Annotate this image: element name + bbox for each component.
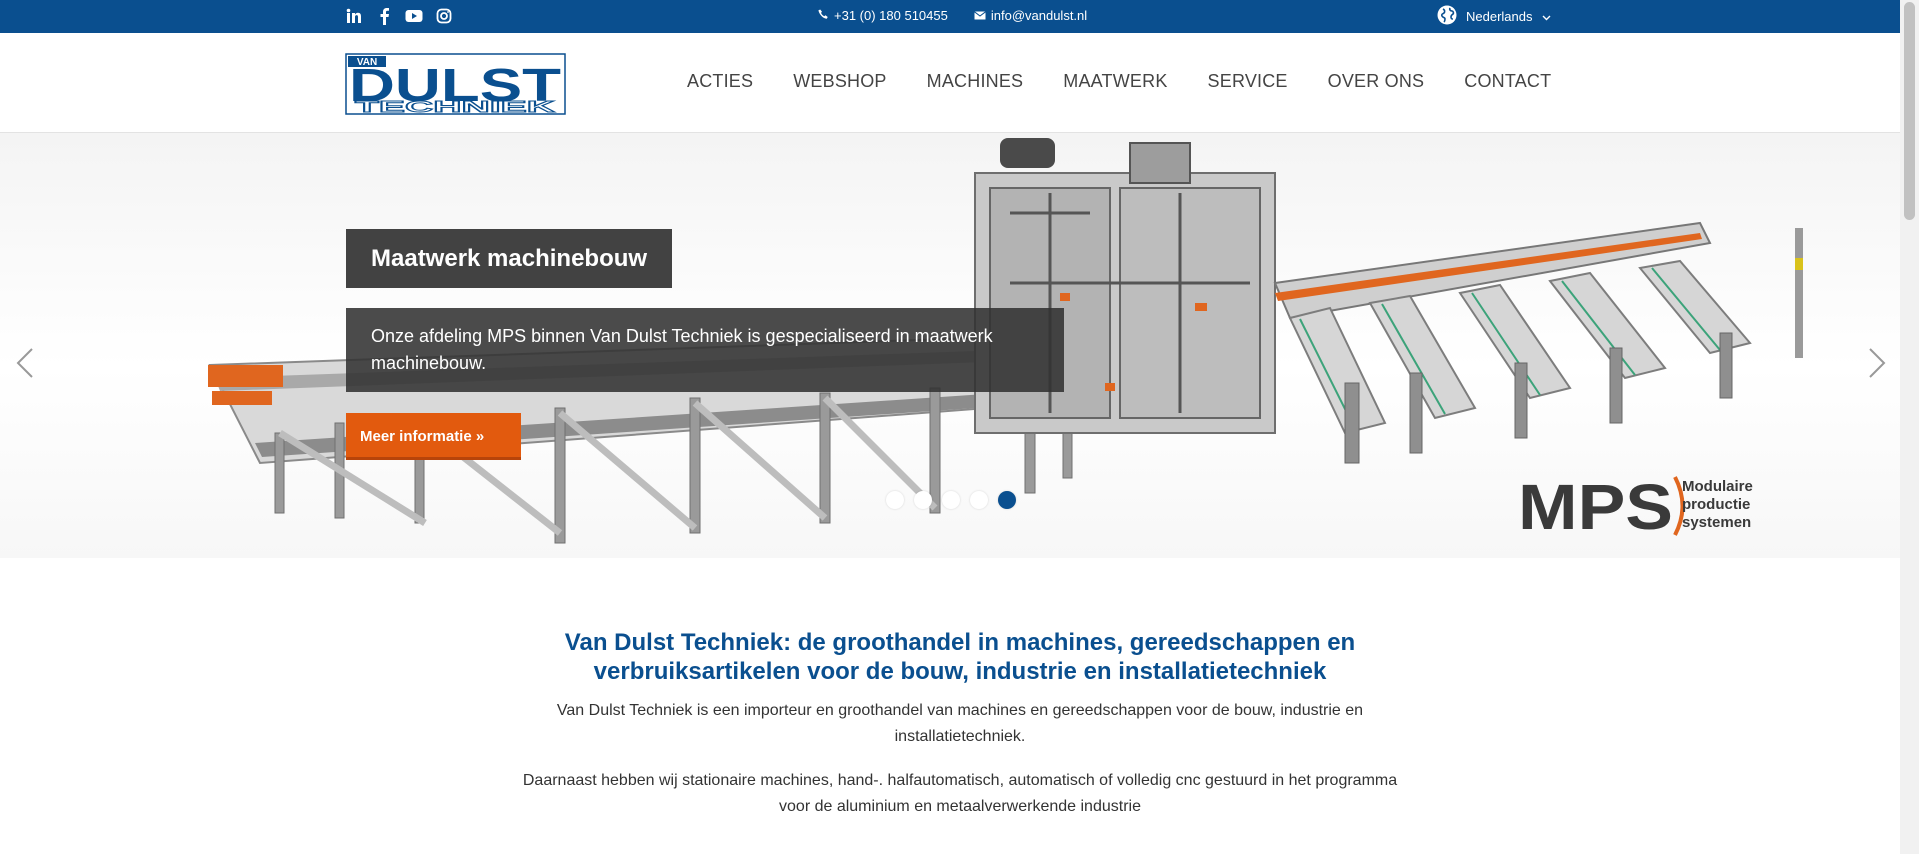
nav-item-over-ons[interactable]: OVER ONS — [1328, 71, 1425, 92]
nav-item-service[interactable]: SERVICE — [1208, 71, 1288, 92]
mps-line-1: Modulaire — [1682, 478, 1753, 495]
slider-dot[interactable] — [914, 491, 932, 509]
intro-heading: Van Dulst Techniek: de groothandel in ma… — [564, 629, 1356, 685]
nav-item-webshop[interactable]: WEBSHOP — [793, 71, 886, 92]
slide-title: Maatwerk machinebouw — [346, 229, 673, 288]
mps-logo: MPS Modulaire productie systemen — [1518, 471, 1773, 543]
slide-description: Onze afdeling MPS binnen Van Dulst Techn… — [346, 308, 1064, 392]
globe-icon — [1437, 5, 1457, 28]
main-navigation: ACTIES WEBSHOP MACHINES MAATWERK SERVICE… — [687, 71, 1551, 92]
intro-section: Van Dulst Techniek: de groothandel in ma… — [520, 628, 1400, 820]
slider-dot[interactable] — [886, 491, 904, 509]
scrollbar-thumb[interactable] — [1904, 2, 1915, 220]
contact-info: +31 (0) 180 510455 info@vandulst.nl — [818, 8, 1087, 23]
more-info-button[interactable]: Meer informatie » — [346, 413, 521, 460]
phone-link[interactable]: +31 (0) 180 510455 — [818, 8, 948, 23]
nav-item-acties[interactable]: ACTIES — [687, 71, 753, 92]
chevron-left-icon — [10, 348, 40, 387]
mps-line-2: productie — [1682, 496, 1750, 513]
slider-next-button[interactable] — [1862, 343, 1892, 383]
slider-dot-active[interactable] — [998, 491, 1016, 509]
linkedin-icon[interactable] — [345, 7, 363, 25]
chevron-down-icon — [1542, 9, 1551, 24]
phone-number: +31 (0) 180 510455 — [834, 8, 948, 23]
nav-item-maatwerk[interactable]: MAATWERK — [1063, 71, 1167, 92]
nav-item-machines[interactable]: MACHINES — [927, 71, 1024, 92]
instagram-icon[interactable] — [435, 7, 453, 25]
company-logo[interactable]: VAN DULST TECHNIEK — [345, 53, 566, 116]
slider-dot[interactable] — [970, 491, 988, 509]
slider-dot[interactable] — [942, 491, 960, 509]
nav-item-contact[interactable]: CONTACT — [1464, 71, 1551, 92]
facebook-icon[interactable] — [375, 7, 393, 25]
page-scrollbar[interactable] — [1900, 0, 1919, 854]
intro-paragraph-1: Van Dulst Techniek is een importeur en g… — [556, 702, 1364, 745]
social-links — [345, 7, 453, 25]
logo-text-techniek: TECHNIEK — [355, 99, 556, 115]
email-link[interactable]: info@vandulst.nl — [974, 8, 1087, 23]
slider-pagination — [886, 491, 1016, 509]
mps-logo-mark: MPS — [1518, 471, 1673, 541]
top-bar: +31 (0) 180 510455 info@vandulst.nl Nede… — [0, 0, 1900, 33]
hero-slider: Maatwerk machinebouw Onze afdeling MPS b… — [0, 133, 1900, 558]
language-label: Nederlands — [1466, 9, 1533, 24]
mail-icon — [974, 8, 986, 23]
language-selector[interactable]: Nederlands — [1437, 5, 1551, 28]
phone-icon — [818, 8, 829, 23]
chevron-right-icon — [1862, 348, 1892, 387]
mps-line-3: systemen — [1682, 514, 1751, 531]
email-address: info@vandulst.nl — [990, 8, 1088, 23]
intro-paragraph-2: Daarnaast hebben wij stationaire machine… — [522, 772, 1398, 815]
site-header: VAN DULST TECHNIEK ACTIES WEBSHOP MACHIN… — [0, 33, 1900, 133]
slider-prev-button[interactable] — [10, 343, 40, 383]
youtube-icon[interactable] — [405, 7, 423, 25]
